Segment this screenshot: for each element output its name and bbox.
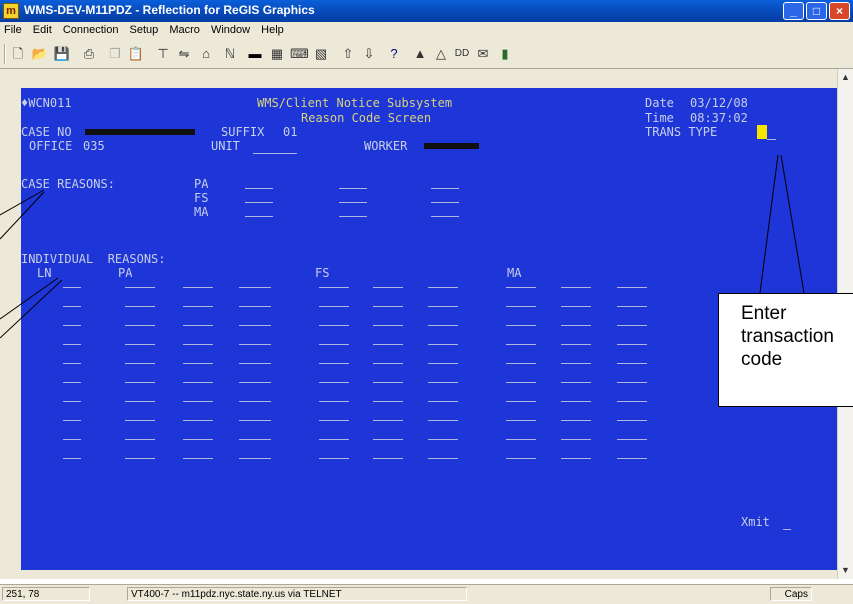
individual-reasons-pointer-a	[0, 277, 59, 320]
transaction-code-callout: Enter transaction code	[718, 293, 853, 407]
case-reasons-pointer-b	[0, 191, 45, 240]
individual-reasons-pointer-b	[0, 279, 63, 339]
callout-line-2: transaction	[741, 326, 834, 347]
callout-line-3: code	[741, 349, 783, 370]
callout-pointer-right	[780, 154, 805, 294]
case-reasons-pointer-a	[0, 189, 45, 216]
callout-line-1: Enter	[741, 303, 787, 324]
callout-pointer-left	[759, 154, 779, 294]
